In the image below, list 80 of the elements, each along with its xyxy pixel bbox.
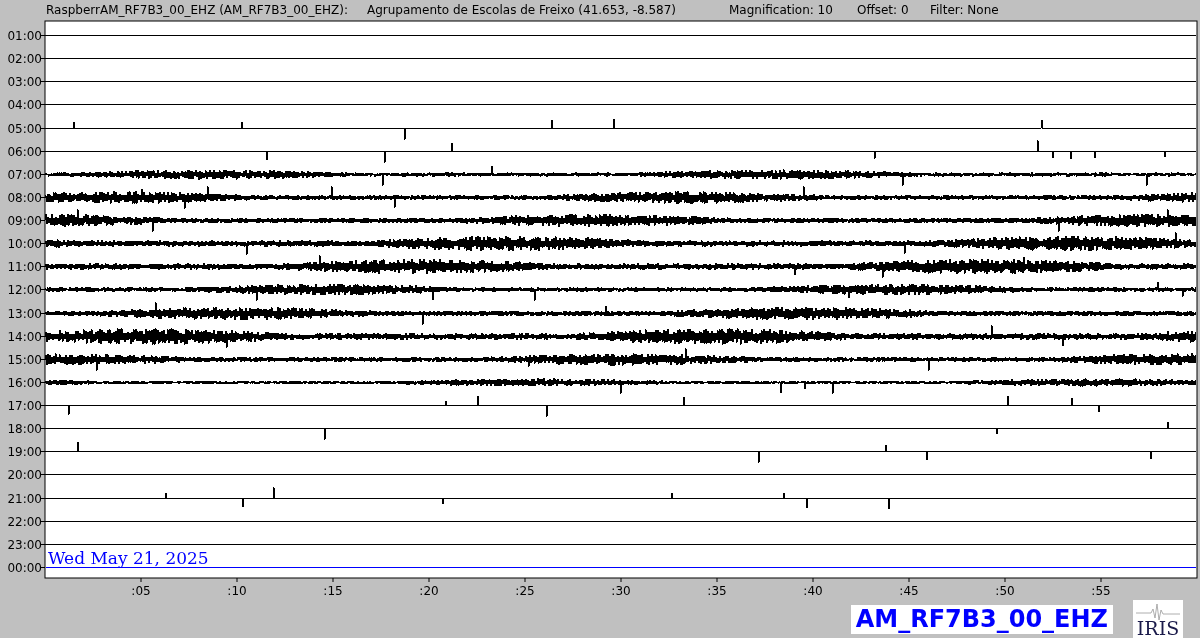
minute-label: :50: [995, 584, 1015, 598]
tick-mark: [40, 336, 46, 337]
hour-label: 20:00: [7, 467, 42, 482]
minute-label: :15: [323, 584, 343, 598]
tick-mark: [332, 577, 334, 583]
tick-mark: [40, 474, 46, 475]
tick-mark: [1100, 577, 1102, 583]
hour-label: 01:00: [7, 28, 42, 43]
hour-label: 22:00: [7, 514, 42, 529]
filter-text: Filter: None: [930, 2, 999, 19]
tick-mark: [140, 577, 142, 583]
hour-label: 07:00: [7, 167, 42, 182]
tick-mark: [40, 220, 46, 221]
tick-mark: [40, 289, 46, 290]
tick-mark: [40, 151, 46, 152]
tick-mark: [40, 313, 46, 314]
hour-label: 00:00: [7, 560, 42, 575]
hour-label: 15:00: [7, 352, 42, 367]
hour-label: 02:00: [7, 51, 42, 66]
minute-label: :10: [227, 584, 247, 598]
hour-label: 06:00: [7, 144, 42, 159]
hour-label: 08:00: [7, 190, 42, 205]
hour-label: 03:00: [7, 74, 42, 89]
date-label: Wed May 21, 2025: [48, 548, 209, 568]
tick-mark: [40, 521, 46, 522]
minute-label: :05: [131, 584, 151, 598]
hour-label: 16:00: [7, 375, 42, 390]
tick-mark: [40, 197, 46, 198]
tick-mark: [40, 174, 46, 175]
tick-mark: [40, 428, 46, 429]
tick-mark: [40, 567, 46, 568]
tick-mark: [40, 104, 46, 105]
tick-mark: [40, 58, 46, 59]
hour-label: 23:00: [7, 537, 42, 552]
station-title: RaspberrAM_RF7B3_00_EHZ (AM_RF7B3_00_EHZ):: [46, 2, 349, 19]
tick-mark: [40, 81, 46, 82]
tick-mark: [620, 577, 622, 583]
location-text: Agrupamento de Escolas de Freixo (41.653, -8.587): [367, 2, 677, 19]
tick-mark: [40, 128, 46, 129]
hour-label: 05:00: [7, 121, 42, 136]
offset-text: Offset: 0: [857, 2, 910, 19]
hour-label: 14:00: [7, 329, 42, 344]
tick-mark: [716, 577, 718, 583]
logo-background: [1133, 600, 1183, 638]
minute-label: :25: [515, 584, 535, 598]
hour-label: 04:00: [7, 97, 42, 112]
hour-label: 12:00: [7, 282, 42, 297]
tick-mark: [40, 266, 46, 267]
hour-label: 09:00: [7, 213, 42, 228]
tick-mark: [40, 498, 46, 499]
minute-label: :30: [611, 584, 631, 598]
tick-mark: [40, 35, 46, 36]
tick-mark: [428, 577, 430, 583]
minute-label: :45: [899, 584, 919, 598]
tick-mark: [40, 382, 46, 383]
hour-label: 11:00: [7, 259, 42, 274]
logo-wave-icon: [1135, 603, 1181, 621]
hour-label: 21:00: [7, 491, 42, 506]
tick-mark: [1004, 577, 1006, 583]
minute-label: :40: [803, 584, 823, 598]
hour-label: 13:00: [7, 306, 42, 321]
hour-label: 10:00: [7, 236, 42, 251]
tick-mark: [908, 577, 910, 583]
hour-label: 19:00: [7, 444, 42, 459]
hour-label: 18:00: [7, 421, 42, 436]
logo-text: IRIS: [1136, 617, 1180, 638]
hour-label: 17:00: [7, 398, 42, 413]
tick-mark: [236, 577, 238, 583]
magnification-text: Magnification: 10: [729, 2, 834, 19]
tick-mark: [40, 243, 46, 244]
minute-label: :20: [419, 584, 439, 598]
tick-mark: [40, 451, 46, 452]
minute-label: :55: [1091, 584, 1111, 598]
tick-mark: [524, 577, 526, 583]
minute-label: :35: [707, 584, 727, 598]
tick-mark: [40, 544, 46, 545]
station-label: AM_RF7B3_00_EHZ: [850, 604, 1113, 634]
tick-mark: [40, 359, 46, 360]
tick-mark: [40, 405, 46, 406]
tick-mark: [812, 577, 814, 583]
